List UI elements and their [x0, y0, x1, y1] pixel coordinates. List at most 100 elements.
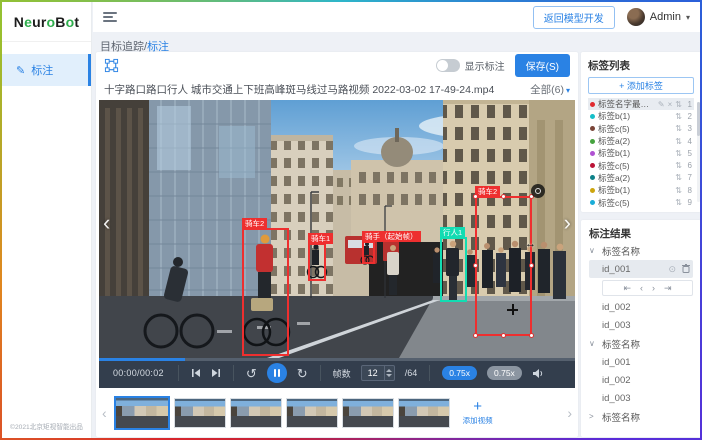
sort-icon[interactable]: ⇅ — [675, 100, 682, 109]
logo-letter: o — [66, 14, 75, 30]
tree-item-selected[interactable]: id_001 ⊙ — [589, 260, 693, 278]
label-color-dot — [590, 163, 595, 168]
sidebar-item-annotation[interactable]: ✎ 标注 — [2, 54, 91, 86]
menu-collapse-icon[interactable] — [103, 12, 117, 22]
video-thumbnail[interactable] — [398, 398, 450, 428]
scrollbar[interactable] — [697, 102, 700, 202]
label-row[interactable]: 标签a(2) ⇅ 7 — [588, 172, 694, 184]
label-row[interactable]: 标签b(1) ⇅ 5 — [588, 147, 694, 159]
top-header: 返回模型开发 Admin ▾ — [93, 2, 700, 32]
resize-handle[interactable] — [501, 333, 506, 338]
add-video-button[interactable]: + 添加视频 — [454, 396, 502, 430]
label-row[interactable]: 标签b(1) ⇅ 2 — [588, 110, 694, 122]
resize-handle[interactable] — [473, 194, 478, 199]
video-progress-bar[interactable] — [99, 358, 575, 361]
sort-icon[interactable]: ⇅ — [675, 124, 682, 133]
logo-letter: u — [32, 14, 41, 30]
prev-page-icon[interactable]: ‹ — [640, 283, 643, 293]
rewind-10-icon[interactable]: ↺ — [246, 367, 257, 380]
tree-group[interactable]: ∨ 标签名称 — [589, 241, 693, 260]
sort-icon[interactable]: ⇅ — [675, 149, 682, 158]
back-to-model-dev-button[interactable]: 返回模型开发 — [533, 6, 615, 29]
video-thumbnail[interactable] — [286, 398, 338, 428]
frame-stepper[interactable] — [384, 366, 394, 380]
next-frame-icon[interactable] — [211, 368, 221, 378]
toggle-label: 显示标注 — [465, 58, 505, 73]
label-filter-dropdown[interactable]: 全部(6)▾ — [530, 82, 570, 97]
last-page-icon[interactable]: ⇥ — [664, 283, 672, 294]
annotation-box[interactable]: 骑车1 — [308, 243, 326, 281]
resize-handle[interactable] — [473, 333, 478, 338]
video-thumbnail[interactable] — [230, 398, 282, 428]
label-row[interactable]: 标签名字最长数... ✎ × ⇅ 1 — [588, 98, 694, 110]
annotation-box-label: 骑车1 — [308, 233, 333, 244]
content-area: 目标追踪/标注 显示标注 保存(S) 十字路口路口 — [93, 32, 700, 438]
label-row[interactable]: 标签b(1) ⇅ 8 — [588, 184, 694, 196]
next-video-chevron[interactable]: › — [564, 212, 571, 234]
tree-group-collapsed[interactable]: > 标签名称 — [589, 407, 693, 426]
label-row[interactable]: 标签c(5) ⇅ 9 — [588, 196, 694, 208]
video-thumbnail[interactable] — [174, 398, 226, 428]
prev-frame-icon[interactable] — [191, 368, 201, 378]
tree-item[interactable]: id_002 — [589, 298, 693, 316]
label-color-dot — [590, 114, 595, 119]
sort-icon[interactable]: ⇅ — [675, 137, 682, 146]
sort-icon[interactable]: ⇅ — [675, 186, 682, 195]
edit-icon[interactable]: ✎ — [658, 100, 665, 109]
thumbs-scroll-left-icon[interactable]: ‹ — [99, 405, 110, 421]
annotation-box-label: 行人1 — [440, 227, 465, 238]
app-logo: NeuroBot — [2, 2, 91, 42]
first-page-icon[interactable]: ⇤ — [623, 283, 631, 294]
thumbs-scroll-right-icon[interactable]: › — [564, 405, 575, 421]
resize-cursor-icon: ↔ — [525, 238, 536, 250]
save-button[interactable]: 保存(S) — [515, 54, 570, 77]
username: Admin — [650, 11, 681, 23]
time-display: 00:00/00:02 — [99, 368, 178, 378]
trash-icon[interactable] — [682, 264, 690, 275]
resize-handle[interactable] — [501, 194, 506, 199]
label-color-dot — [590, 175, 595, 180]
frame-count-label: 帧数 — [333, 367, 351, 380]
tree-item[interactable]: id_003 — [589, 316, 693, 334]
tree-item[interactable]: id_002 — [589, 371, 693, 389]
speed-button-active[interactable]: 0.75x — [442, 366, 477, 380]
chevron-down-icon: ▾ — [686, 13, 690, 22]
label-row[interactable]: 标签c(5) ⇅ 6 — [588, 159, 694, 171]
tree-item[interactable]: id_001 — [589, 353, 693, 371]
spin-up-icon[interactable] — [386, 369, 392, 372]
resize-handle[interactable] — [473, 263, 478, 268]
pencil-icon: ✎ — [16, 64, 25, 77]
volume-icon[interactable] — [532, 368, 544, 379]
next-page-icon[interactable]: › — [652, 283, 655, 293]
annotation-box-selected[interactable]: 骑车2 — [475, 196, 532, 336]
frame-number-input[interactable] — [362, 366, 384, 380]
video-thumbnail[interactable] — [342, 398, 394, 428]
sort-icon[interactable]: ⇅ — [675, 198, 682, 207]
spin-down-icon[interactable] — [386, 374, 392, 377]
speed-button[interactable]: 0.75x — [487, 366, 522, 380]
tree-item[interactable]: id_003 — [589, 389, 693, 407]
locate-icon[interactable]: ⊙ — [668, 264, 676, 275]
tree-group[interactable]: ∨ 标签名称 — [589, 334, 693, 353]
bounding-box-tool-icon[interactable] — [104, 58, 119, 73]
user-menu[interactable]: Admin ▾ — [627, 8, 690, 26]
sort-icon[interactable]: ⇅ — [675, 173, 682, 182]
add-label-button[interactable]: + 添加标签 — [588, 77, 694, 94]
sort-icon[interactable]: ⇅ — [675, 161, 682, 170]
annotation-box[interactable]: 行人1 — [440, 237, 467, 302]
forward-10-icon[interactable]: ↻ — [297, 367, 308, 380]
video-thumbnail-selected[interactable] — [114, 396, 170, 430]
annotation-box[interactable]: 骑车2 — [242, 228, 289, 356]
label-row[interactable]: 标签c(5) ⇅ 3 — [588, 123, 694, 135]
pause-button[interactable] — [267, 363, 287, 383]
show-annotation-toggle[interactable] — [436, 59, 460, 72]
annotation-workspace-card: 显示标注 保存(S) 十字路口路口行人 城市交通上下班高峰斑马线过马路视频 20… — [96, 52, 578, 437]
resize-handle[interactable] — [529, 263, 534, 268]
sort-icon[interactable]: ⇅ — [675, 112, 682, 121]
resize-handle[interactable] — [529, 333, 534, 338]
annotation-box[interactable]: 骑手（起始帧） — [362, 241, 375, 264]
delete-icon[interactable]: × — [668, 100, 673, 109]
video-canvas[interactable]: 骑车2 骑车1 骑手（起始帧） 行人1 骑车2 ↔ — [99, 100, 575, 358]
label-row[interactable]: 标签a(2) ⇅ 4 — [588, 135, 694, 147]
prev-video-chevron[interactable]: ‹ — [103, 212, 110, 234]
